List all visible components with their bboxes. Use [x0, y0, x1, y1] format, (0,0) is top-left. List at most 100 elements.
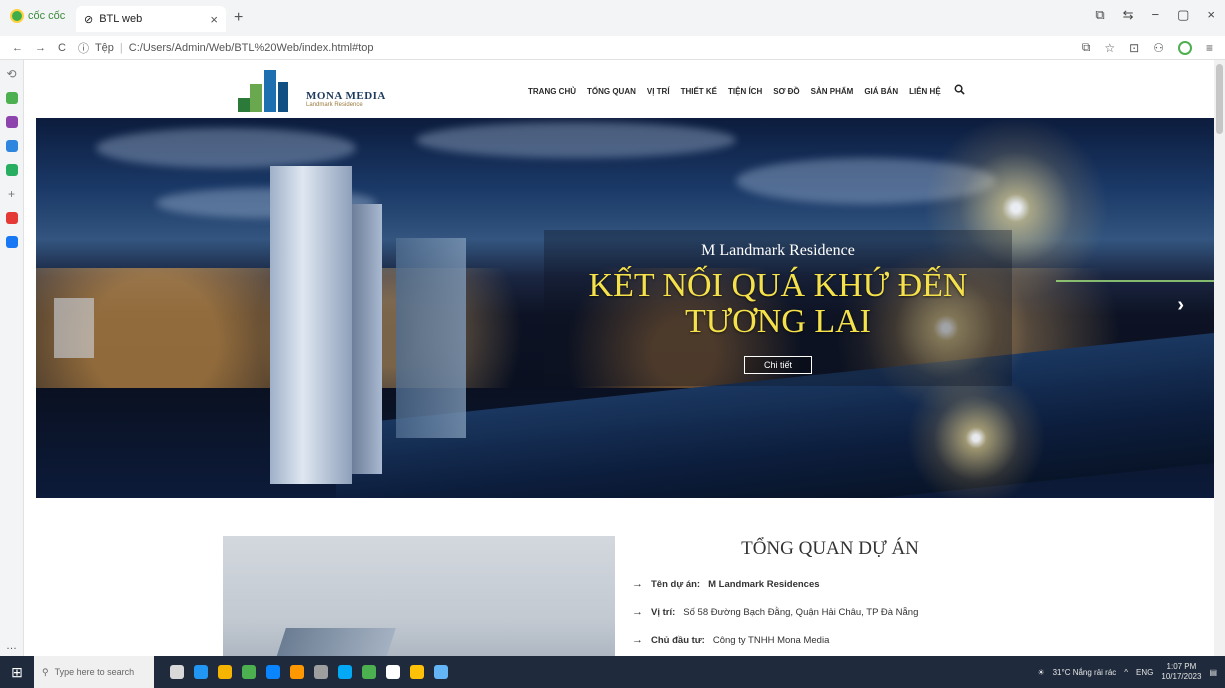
overview-value: Số 58 Đường Bạch Đằng, Quận Hải Châu, TP…: [683, 606, 919, 618]
taskbar-apps: [170, 665, 448, 679]
site-header: MONA MEDIA Landmark Residence TRANG CHỦ …: [24, 60, 1214, 118]
clock-date: 10/17/2023: [1161, 672, 1202, 681]
windows-taskbar: ⊞ ⚲ Type here to search ☀ 31°C Nắng rải …: [0, 656, 1225, 688]
chat-icon[interactable]: [5, 92, 18, 104]
sidebar-more-icon[interactable]: …: [6, 640, 17, 652]
building: [54, 298, 94, 358]
nav-san-pham[interactable]: SẢN PHẨM: [811, 87, 854, 96]
notifications-icon[interactable]: ▤: [1209, 668, 1217, 677]
address-bar-actions: ⧉ ☆ ⊡ ⚇ ≡: [1082, 40, 1213, 55]
minimize-button[interactable]: −: [1152, 7, 1160, 23]
taskbar-app-icon[interactable]: [242, 665, 256, 679]
start-icon[interactable]: ⊞: [0, 656, 34, 688]
add-icon[interactable]: +: [6, 187, 18, 201]
globe-icon: ⊘: [84, 13, 94, 26]
taskbar-app-icon[interactable]: [410, 665, 424, 679]
bridge: [1056, 280, 1214, 292]
overview-label: Chủ đầu tư:: [651, 634, 705, 646]
nav-trang-chu[interactable]: TRANG CHỦ: [528, 87, 576, 96]
facebook-icon[interactable]: [5, 236, 18, 248]
taskbar-app-icon[interactable]: [266, 665, 280, 679]
messenger-icon[interactable]: [5, 116, 18, 128]
taskbar-app-icon[interactable]: [386, 665, 400, 679]
building: [396, 238, 466, 438]
site-logo[interactable]: MONA MEDIA Landmark Residence: [236, 68, 386, 112]
browser-titlebar: cốc cốc ⊘ BTL web × + ⧉ ⇆ − ▢ ×: [0, 0, 1225, 36]
info-icon[interactable]: ⓘ: [78, 40, 89, 56]
url-separator: |: [119, 41, 123, 54]
maximize-button[interactable]: ▢: [1177, 7, 1189, 23]
nav-so-do[interactable]: SƠ ĐỒ: [773, 87, 799, 96]
nav-vi-tri[interactable]: VỊ TRÍ: [647, 87, 670, 96]
arrow-right-icon: →: [632, 606, 643, 618]
logo-title: MONA MEDIA: [306, 90, 386, 102]
slider-next-icon[interactable]: ›: [1177, 294, 1184, 317]
taskbar-app-icon[interactable]: [170, 665, 184, 679]
game-icon[interactable]: [5, 164, 18, 176]
overview-value: M Landmark Residences: [708, 578, 820, 590]
bookmark-star-icon[interactable]: ☆: [1104, 41, 1115, 55]
history-icon[interactable]: ⟲: [6, 67, 18, 81]
menu-icon[interactable]: ≡: [1206, 41, 1213, 55]
hero-title: KẾT NỐI QUÁ KHỨ ĐẾN TƯƠNG LAI: [588, 267, 968, 340]
hero-details-button[interactable]: Chi tiết: [744, 356, 812, 374]
overview-label: Vị trí:: [651, 606, 676, 618]
list-item: → Chủ đầu tư: Công ty TNHH Mona Media: [632, 626, 1052, 654]
hero-subtitle: M Landmark Residence: [701, 242, 855, 259]
url-field[interactable]: ⓘ Tệp | C:/Users/Admin/Web/BTL%20Web/ind…: [78, 40, 374, 56]
firework: [896, 368, 1056, 498]
tab-search-icon[interactable]: ⧉: [1095, 7, 1104, 23]
weather-text[interactable]: 31°C Nắng rải rác: [1053, 668, 1117, 677]
taskbar-app-icon[interactable]: [314, 665, 328, 679]
forward-button[interactable]: →: [35, 42, 46, 54]
search-icon[interactable]: [954, 82, 965, 100]
taskbar-app-icon[interactable]: [434, 665, 448, 679]
logo-subtitle: Landmark Residence: [306, 102, 363, 108]
extensions-icon[interactable]: ⊡: [1129, 41, 1139, 55]
taskbar-app-icon[interactable]: [290, 665, 304, 679]
browser-brand[interactable]: cốc cốc: [10, 9, 65, 23]
stats-icon[interactable]: [5, 140, 18, 152]
reader-icon[interactable]: ⧉: [1082, 40, 1091, 55]
nav-tien-ich[interactable]: TIỆN ÍCH: [728, 87, 762, 96]
tab-close-icon[interactable]: ×: [210, 12, 218, 27]
page-scrollbar[interactable]: [1214, 60, 1225, 656]
taskbar-clock[interactable]: 1:07 PM 10/17/2023: [1161, 662, 1201, 682]
menu-ring-icon[interactable]: [1177, 40, 1192, 55]
youtube-icon[interactable]: [5, 212, 18, 224]
overview-list: → Tên dự án: M Landmark Residences → Vị …: [632, 570, 1052, 654]
nav-thiet-ke[interactable]: THIẾT KẾ: [681, 87, 717, 96]
tray-chevron-icon[interactable]: ^: [1124, 668, 1128, 677]
back-button[interactable]: ←: [12, 42, 23, 54]
browser-brand-label: cốc cốc: [28, 10, 66, 22]
weather-icon[interactable]: ☀: [1037, 668, 1044, 677]
swap-icon[interactable]: ⇆: [1123, 7, 1134, 23]
taskbar-search[interactable]: ⚲ Type here to search: [34, 656, 154, 688]
list-item: → Vị trí: Số 58 Đường Bạch Đằng, Quận Hả…: [632, 598, 1052, 626]
landmark-tower: [270, 166, 352, 484]
url-text: C:/Users/Admin/Web/BTL%20Web/index.html#…: [128, 41, 374, 54]
taskbar-app-icon[interactable]: [362, 665, 376, 679]
window-controls: ⧉ ⇆ − ▢ ×: [1095, 7, 1215, 23]
nav-tong-quan[interactable]: TỔNG QUAN: [587, 87, 636, 96]
taskbar-app-icon[interactable]: [218, 665, 232, 679]
lang-indicator[interactable]: ENG: [1136, 668, 1153, 677]
address-bar: ← → C ⓘ Tệp | C:/Users/Admin/Web/BTL%20W…: [0, 36, 1225, 60]
website-viewport: MONA MEDIA Landmark Residence TRANG CHỦ …: [24, 60, 1214, 656]
nav-lien-he[interactable]: LIÊN HỆ: [909, 87, 941, 96]
arrow-right-icon: →: [632, 634, 643, 646]
tab-title: BTL web: [99, 13, 143, 25]
profile-icon[interactable]: ⚇: [1153, 41, 1164, 55]
new-tab-button[interactable]: +: [234, 9, 243, 27]
overview-image: [223, 536, 615, 656]
taskbar-app-icon[interactable]: [194, 665, 208, 679]
overview-label: Tên dự án:: [651, 578, 701, 590]
scheme-label: Tệp: [94, 41, 114, 54]
nav-gia-ban[interactable]: GIÁ BÁN: [864, 87, 898, 96]
reload-button[interactable]: C: [58, 42, 66, 54]
close-window-button[interactable]: ×: [1207, 7, 1215, 23]
scrollbar-thumb[interactable]: [1216, 64, 1223, 134]
tab-btl-web[interactable]: ⊘ BTL web ×: [76, 6, 226, 32]
main-nav: TRANG CHỦ TỔNG QUAN VỊ TRÍ THIẾT KẾ TIỆN…: [528, 82, 965, 100]
taskbar-app-icon[interactable]: [338, 665, 352, 679]
